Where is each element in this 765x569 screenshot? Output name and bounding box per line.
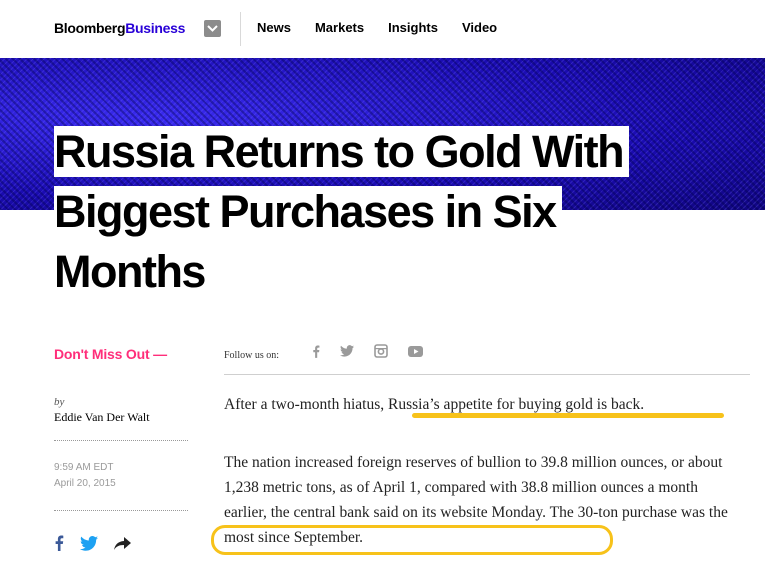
youtube-icon[interactable] bbox=[408, 345, 423, 357]
main-nav: News Markets Insights Video bbox=[257, 20, 497, 35]
top-navigation-bar: BloombergBusiness News Markets Insights … bbox=[0, 0, 765, 58]
follow-us-label: Follow us on: bbox=[224, 350, 280, 361]
headline-line-2: Biggest Purchases in Six bbox=[54, 186, 562, 237]
date-divider bbox=[54, 510, 188, 511]
byline-divider bbox=[54, 440, 188, 441]
header-divider bbox=[240, 12, 241, 46]
nav-news[interactable]: News bbox=[257, 20, 291, 35]
highlight-underline-annotation bbox=[412, 413, 724, 418]
nav-video[interactable]: Video bbox=[462, 20, 497, 35]
menu-dropdown-button[interactable] bbox=[204, 20, 221, 37]
author-name[interactable]: Eddie Van Der Walt bbox=[54, 410, 150, 425]
publish-time: 9:59 AM EDT bbox=[54, 462, 114, 473]
dont-miss-out-label[interactable]: Don't Miss Out — bbox=[54, 346, 167, 362]
twitter-icon[interactable] bbox=[340, 345, 354, 357]
follow-icons bbox=[312, 344, 423, 358]
publish-date: April 20, 2015 bbox=[54, 478, 116, 489]
instagram-icon[interactable] bbox=[374, 344, 388, 358]
headline-line-3: Months bbox=[54, 246, 211, 297]
twitter-icon[interactable] bbox=[80, 535, 98, 551]
facebook-icon[interactable] bbox=[54, 535, 64, 551]
nav-insights[interactable]: Insights bbox=[388, 20, 438, 35]
logo-section: Business bbox=[125, 20, 186, 36]
article-headline: Russia Returns to Gold With Biggest Purc… bbox=[54, 122, 714, 302]
nav-markets[interactable]: Markets bbox=[315, 20, 364, 35]
chevron-down-icon bbox=[207, 25, 218, 32]
headline-line-1: Russia Returns to Gold With bbox=[54, 126, 630, 177]
highlight-circle-annotation bbox=[211, 525, 613, 555]
bloomberg-business-logo[interactable]: BloombergBusiness bbox=[54, 20, 185, 36]
logo-brand: Bloomberg bbox=[54, 20, 126, 36]
share-bar bbox=[54, 535, 131, 551]
follow-us-bar: Follow us on: bbox=[224, 342, 750, 375]
share-arrow-icon[interactable] bbox=[114, 536, 131, 550]
byline-prefix: by bbox=[54, 396, 65, 408]
facebook-icon[interactable] bbox=[312, 345, 320, 358]
